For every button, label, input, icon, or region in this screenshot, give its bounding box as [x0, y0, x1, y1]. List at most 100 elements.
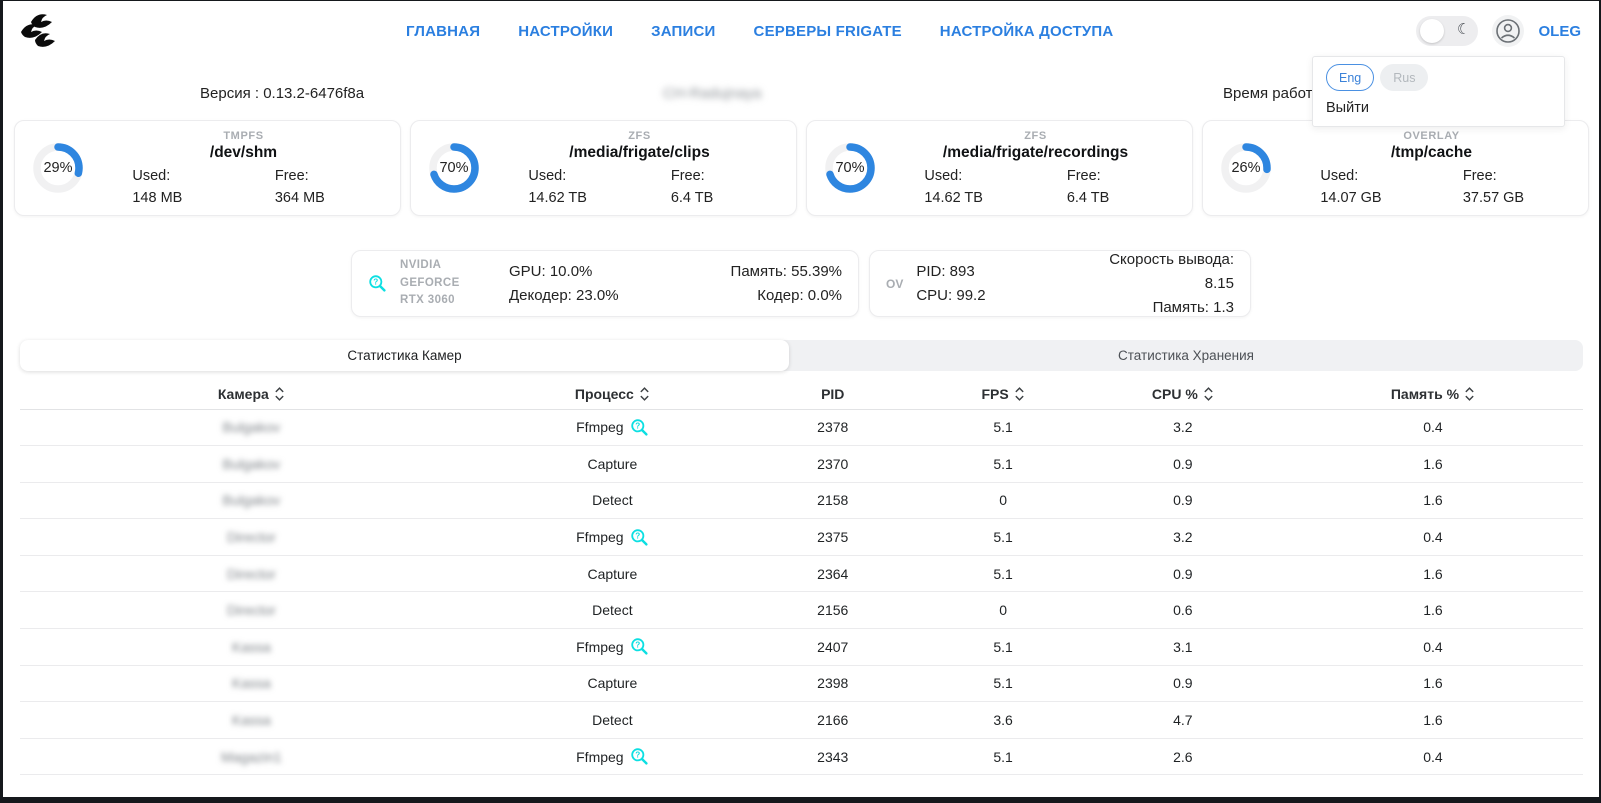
- svg-text:?: ?: [635, 641, 640, 650]
- gpu-memory: Память: 55.39%: [682, 260, 842, 284]
- table-row[interactable]: Kassa Detect ? 2166 3.6 4.7 1.6: [20, 702, 1583, 739]
- sort-icon[interactable]: [274, 386, 285, 402]
- fs-path-label: /tmp/cache: [1289, 144, 1574, 162]
- fps-value: 0: [923, 592, 1082, 629]
- free-label: Free:: [640, 168, 783, 184]
- zoom-question-icon[interactable]: ?: [368, 274, 387, 293]
- free-label: Free:: [1432, 168, 1575, 184]
- free-value: 6.4 TB: [1036, 190, 1179, 206]
- process-name: Detect: [592, 602, 632, 618]
- tab-camera-stats[interactable]: Статистика Камер: [20, 340, 789, 371]
- table-row[interactable]: Director Ffmpeg ? 2375 5.1 3.2 0.4: [20, 519, 1583, 556]
- donut-percent-label: 29%: [29, 139, 87, 197]
- gpu-usage: GPU: 10.0%: [509, 260, 669, 284]
- mem-value: 0.4: [1283, 409, 1583, 446]
- camera-name-blurred: Bulgakov: [223, 419, 281, 435]
- column-header[interactable]: CPU %: [1083, 379, 1283, 409]
- storage-usage-donut: 26%: [1217, 139, 1275, 197]
- header-right-group: ☾ OLEG: [1416, 15, 1581, 47]
- mem-value: 1.6: [1283, 592, 1583, 629]
- column-header[interactable]: FPS: [923, 379, 1082, 409]
- gpu-name-label: NVIDIA GEFORCE RTX 3060: [400, 257, 496, 310]
- table-row[interactable]: Bulgakov Detect ? 2158 0 0.9 1.6: [20, 482, 1583, 519]
- main-nav: ГЛАВНАЯ НАСТРОЙКИ ЗАПИСИ СЕРВЕРЫ FRIGATE…: [103, 23, 1416, 40]
- storage-cards-row: 29% TMPFS /dev/shm Used: Free: 148 MB 36…: [14, 120, 1589, 216]
- sort-icon[interactable]: [639, 386, 650, 402]
- camera-name-blurred: Director: [227, 529, 276, 545]
- fs-path-label: /media/frigate/clips: [497, 144, 782, 162]
- zoom-question-icon[interactable]: ?: [630, 418, 649, 437]
- theme-toggle[interactable]: ☾: [1416, 16, 1478, 46]
- process-name: Ffmpeg: [576, 749, 623, 765]
- column-header[interactable]: Камера: [20, 379, 483, 409]
- sort-icon[interactable]: [1203, 386, 1214, 402]
- language-eng-button[interactable]: Eng: [1326, 64, 1374, 91]
- table-row[interactable]: Bulgakov Capture ? 2370 5.1 0.9 1.6: [20, 446, 1583, 483]
- moon-icon: ☾: [1457, 20, 1470, 38]
- ov-output-speed: Скорость вывода: 8.15: [1082, 248, 1234, 296]
- nav-item-access-settings[interactable]: НАСТРОЙКА ДОСТУПА: [940, 23, 1114, 40]
- pid-value: 2158: [742, 482, 923, 519]
- zoom-question-icon[interactable]: ?: [630, 747, 649, 766]
- process-name: Detect: [592, 712, 632, 728]
- process-name: Capture: [587, 456, 637, 472]
- used-label: Used:: [101, 168, 244, 184]
- used-label: Used:: [497, 168, 640, 184]
- user-avatar-icon[interactable]: [1492, 15, 1524, 47]
- cpu-value: 0.6: [1083, 592, 1283, 629]
- logout-button[interactable]: Выйти: [1326, 100, 1551, 116]
- nav-item-recordings[interactable]: ЗАПИСИ: [651, 23, 715, 40]
- pid-value: 2370: [742, 446, 923, 483]
- mem-value: 0.4: [1283, 738, 1583, 775]
- cpu-value: 0.9: [1083, 482, 1283, 519]
- storage-usage-donut: 70%: [821, 139, 879, 197]
- top-navigation-bar: ГЛАВНАЯ НАСТРОЙКИ ЗАПИСИ СЕРВЕРЫ FRIGATE…: [3, 1, 1599, 53]
- uptime-label: Время работ: [1223, 85, 1312, 102]
- column-header-label: Процесс: [575, 386, 634, 402]
- table-row[interactable]: Kassa Ffmpeg ? 2407 5.1 3.1 0.4: [20, 629, 1583, 666]
- cpu-value: 0.9: [1083, 665, 1283, 702]
- table-row[interactable]: Director Detect ? 2156 0 0.6 1.6: [20, 592, 1583, 629]
- process-name: Detect: [592, 492, 632, 508]
- nav-item-frigate-servers[interactable]: СЕРВЕРЫ FRIGATE: [754, 23, 902, 40]
- free-value: 37.57 GB: [1432, 190, 1575, 206]
- fps-value: 5.1: [923, 629, 1082, 666]
- mem-value: 1.6: [1283, 665, 1583, 702]
- table-row[interactable]: Magazin1 Ffmpeg ? 2343 5.1 2.6 0.4: [20, 738, 1583, 775]
- column-header[interactable]: Процесс: [483, 379, 742, 409]
- version-label: Версия : 0.13.2-6476f8a: [200, 85, 364, 102]
- stats-tabs: Статистика Камер Статистика Хранения: [20, 340, 1583, 371]
- sort-icon[interactable]: [1464, 386, 1475, 402]
- pid-value: 2343: [742, 738, 923, 775]
- gpu-stats-card: ? NVIDIA GEFORCE RTX 3060 GPU: 10.0% Дек…: [351, 250, 859, 317]
- server-name-blurred: CH-Radujnaya: [663, 85, 761, 102]
- column-header[interactable]: Память %: [1283, 379, 1583, 409]
- ov-label: OV: [886, 277, 903, 291]
- nav-item-settings[interactable]: НАСТРОЙКИ: [518, 23, 613, 40]
- table-row[interactable]: Bulgakov Ffmpeg ? 2378 5.1 3.2 0.4: [20, 409, 1583, 446]
- fs-type-label: OVERLAY: [1289, 130, 1574, 142]
- cpu-value: 3.2: [1083, 409, 1283, 446]
- sort-icon[interactable]: [1014, 386, 1025, 402]
- fps-value: 5.1: [923, 555, 1082, 592]
- table-row[interactable]: Director Capture ? 2364 5.1 0.9 1.6: [20, 555, 1583, 592]
- camera-name-blurred: Director: [227, 602, 276, 618]
- username-label[interactable]: OLEG: [1538, 23, 1581, 40]
- fs-type-label: ZFS: [893, 130, 1178, 142]
- nav-item-home[interactable]: ГЛАВНАЯ: [406, 23, 480, 40]
- storage-usage-donut: 29%: [29, 139, 87, 197]
- table-row[interactable]: Kassa Capture ? 2398 5.1 0.9 1.6: [20, 665, 1583, 702]
- fs-path-label: /dev/shm: [101, 144, 386, 162]
- tab-storage-stats[interactable]: Статистика Хранения: [789, 340, 1583, 371]
- used-value: 14.62 TB: [893, 190, 1036, 206]
- cpu-value: 3.1: [1083, 629, 1283, 666]
- mem-value: 0.4: [1283, 519, 1583, 556]
- free-value: 6.4 TB: [640, 190, 783, 206]
- language-rus-button[interactable]: Rus: [1380, 64, 1428, 91]
- zoom-question-icon[interactable]: ?: [630, 637, 649, 656]
- fps-value: 5.1: [923, 665, 1082, 702]
- zoom-question-icon[interactable]: ?: [630, 528, 649, 547]
- toggle-knob: [1420, 19, 1444, 43]
- gpu-decoder: Декодер: 23.0%: [509, 284, 669, 308]
- fs-type-label: TMPFS: [101, 130, 386, 142]
